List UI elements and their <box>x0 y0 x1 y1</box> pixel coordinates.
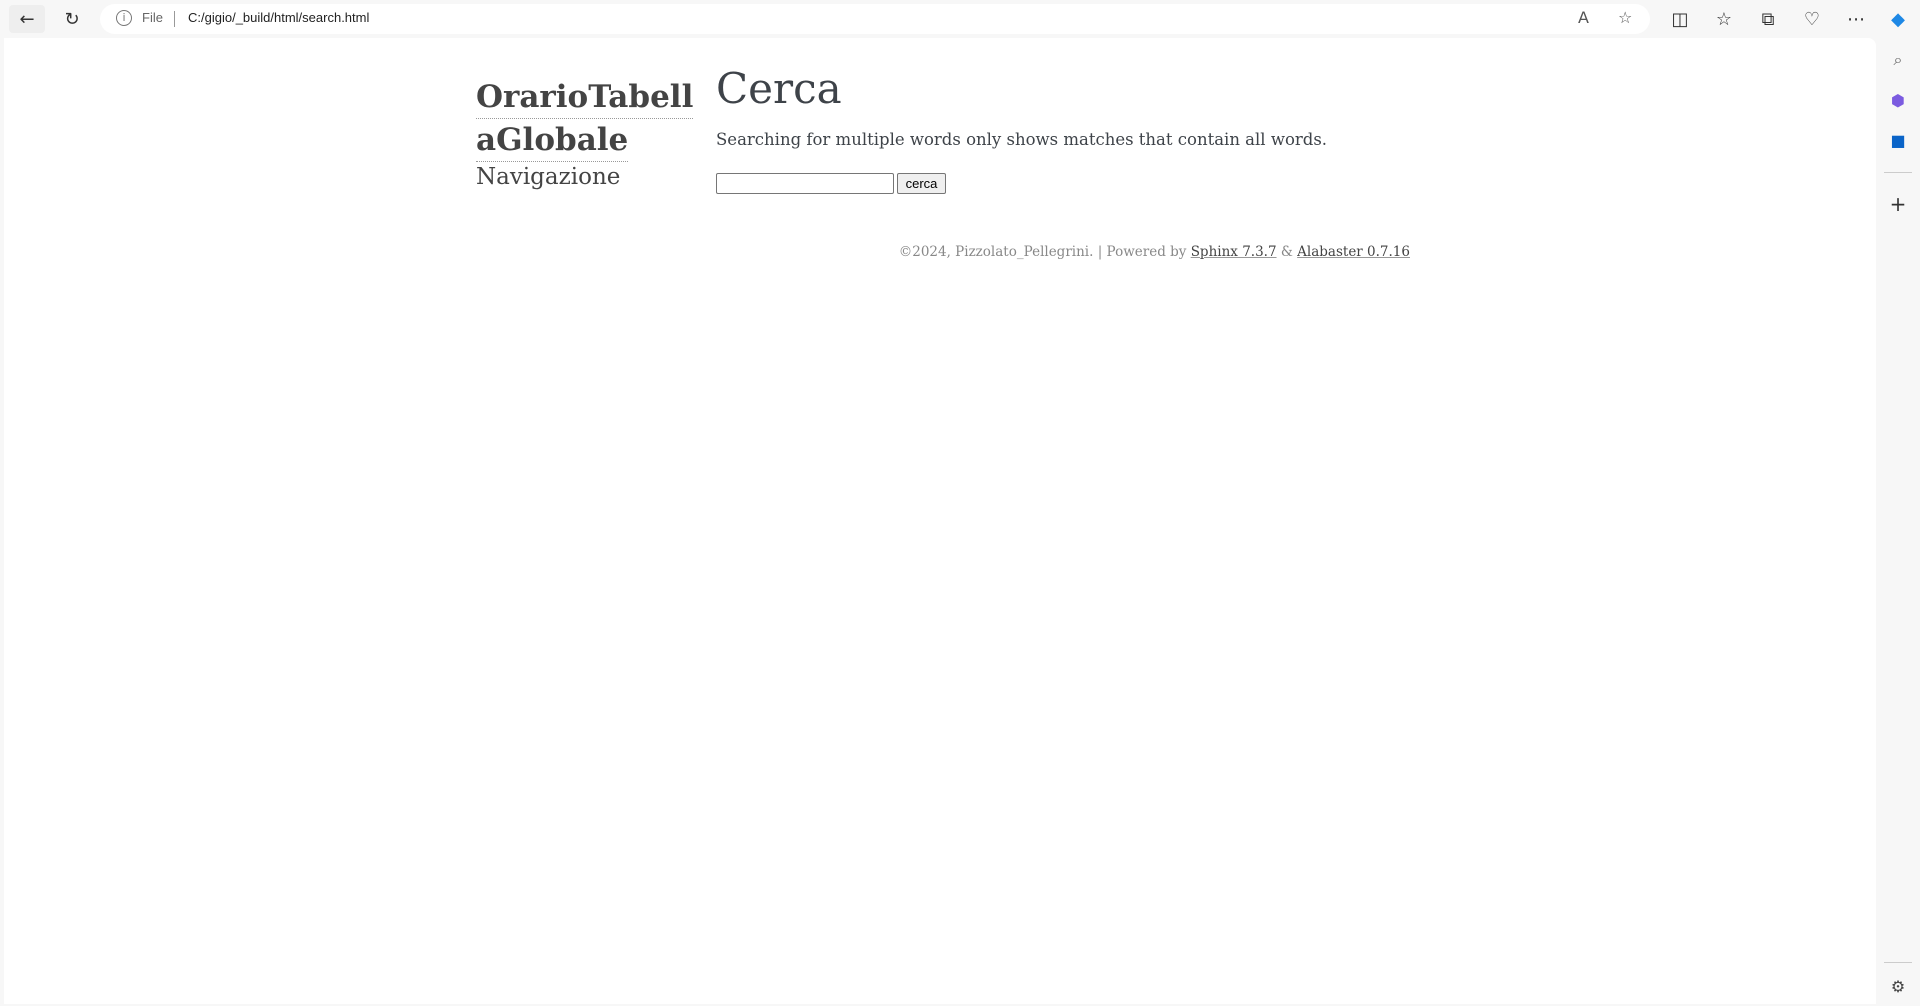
favorite-star-icon[interactable]: ☆ <box>1618 8 1632 27</box>
divider <box>1884 962 1912 963</box>
copilot-icon[interactable]: ◆ <box>1880 5 1916 33</box>
split-screen-icon[interactable]: ◫ <box>1662 5 1698 33</box>
favorites-icon[interactable]: ☆ <box>1706 5 1742 33</box>
more-menu-icon[interactable]: ⋯ <box>1838 5 1874 33</box>
outlook-icon[interactable]: ■ <box>1886 128 1910 152</box>
copyright: ©2024, Pizzolato_Pellegrini. <box>898 244 1094 260</box>
project-title-link[interactable]: OrarioTabell aGlobale <box>476 76 694 162</box>
browser-toolbar: ← ↻ i File C:/gigio/_build/html/search.h… <box>0 0 1920 38</box>
url-text[interactable]: C:/gigio/_build/html/search.html <box>188 10 369 25</box>
divider <box>174 11 175 27</box>
back-button[interactable]: ← <box>9 5 45 33</box>
search-button[interactable]: cerca <box>897 173 946 194</box>
alabaster-link[interactable]: Alabaster 0.7.16 <box>1297 244 1410 260</box>
title-line[interactable]: OrarioTabell <box>476 76 694 119</box>
office-icon[interactable]: ⬢ <box>1886 88 1910 112</box>
powered-by: | Powered by <box>1093 244 1191 260</box>
settings-gear-icon[interactable]: ⚙ <box>1886 974 1910 998</box>
search-hint: Searching for multiple words only shows … <box>716 130 1328 149</box>
search-icon[interactable]: ⌕ <box>1886 48 1910 72</box>
divider <box>1884 172 1912 173</box>
browser-essentials-icon[interactable]: ♡ <box>1794 5 1830 33</box>
sphinx-link[interactable]: Sphinx 7.3.7 <box>1191 244 1277 260</box>
read-aloud-icon[interactable]: A <box>1578 8 1589 27</box>
add-icon[interactable]: + <box>1886 192 1910 216</box>
title-line[interactable]: aGlobale <box>476 119 629 162</box>
edge-sidebar: ⌕ ⬢ ■ + ⚙ <box>1876 38 1920 1006</box>
address-bar[interactable]: i File C:/gigio/_build/html/search.html … <box>100 4 1650 34</box>
footer: ©2024, Pizzolato_Pellegrini. | Powered b… <box>899 244 1410 260</box>
refresh-button[interactable]: ↻ <box>54 5 90 33</box>
navigation-heading: Navigazione <box>476 164 621 190</box>
file-label: File <box>142 10 163 25</box>
collections-icon[interactable]: ⧉ <box>1750 5 1786 33</box>
ampersand: & <box>1276 244 1298 260</box>
info-icon[interactable]: i <box>116 10 132 26</box>
page-title: Cerca <box>716 64 842 113</box>
search-input[interactable] <box>716 173 894 194</box>
